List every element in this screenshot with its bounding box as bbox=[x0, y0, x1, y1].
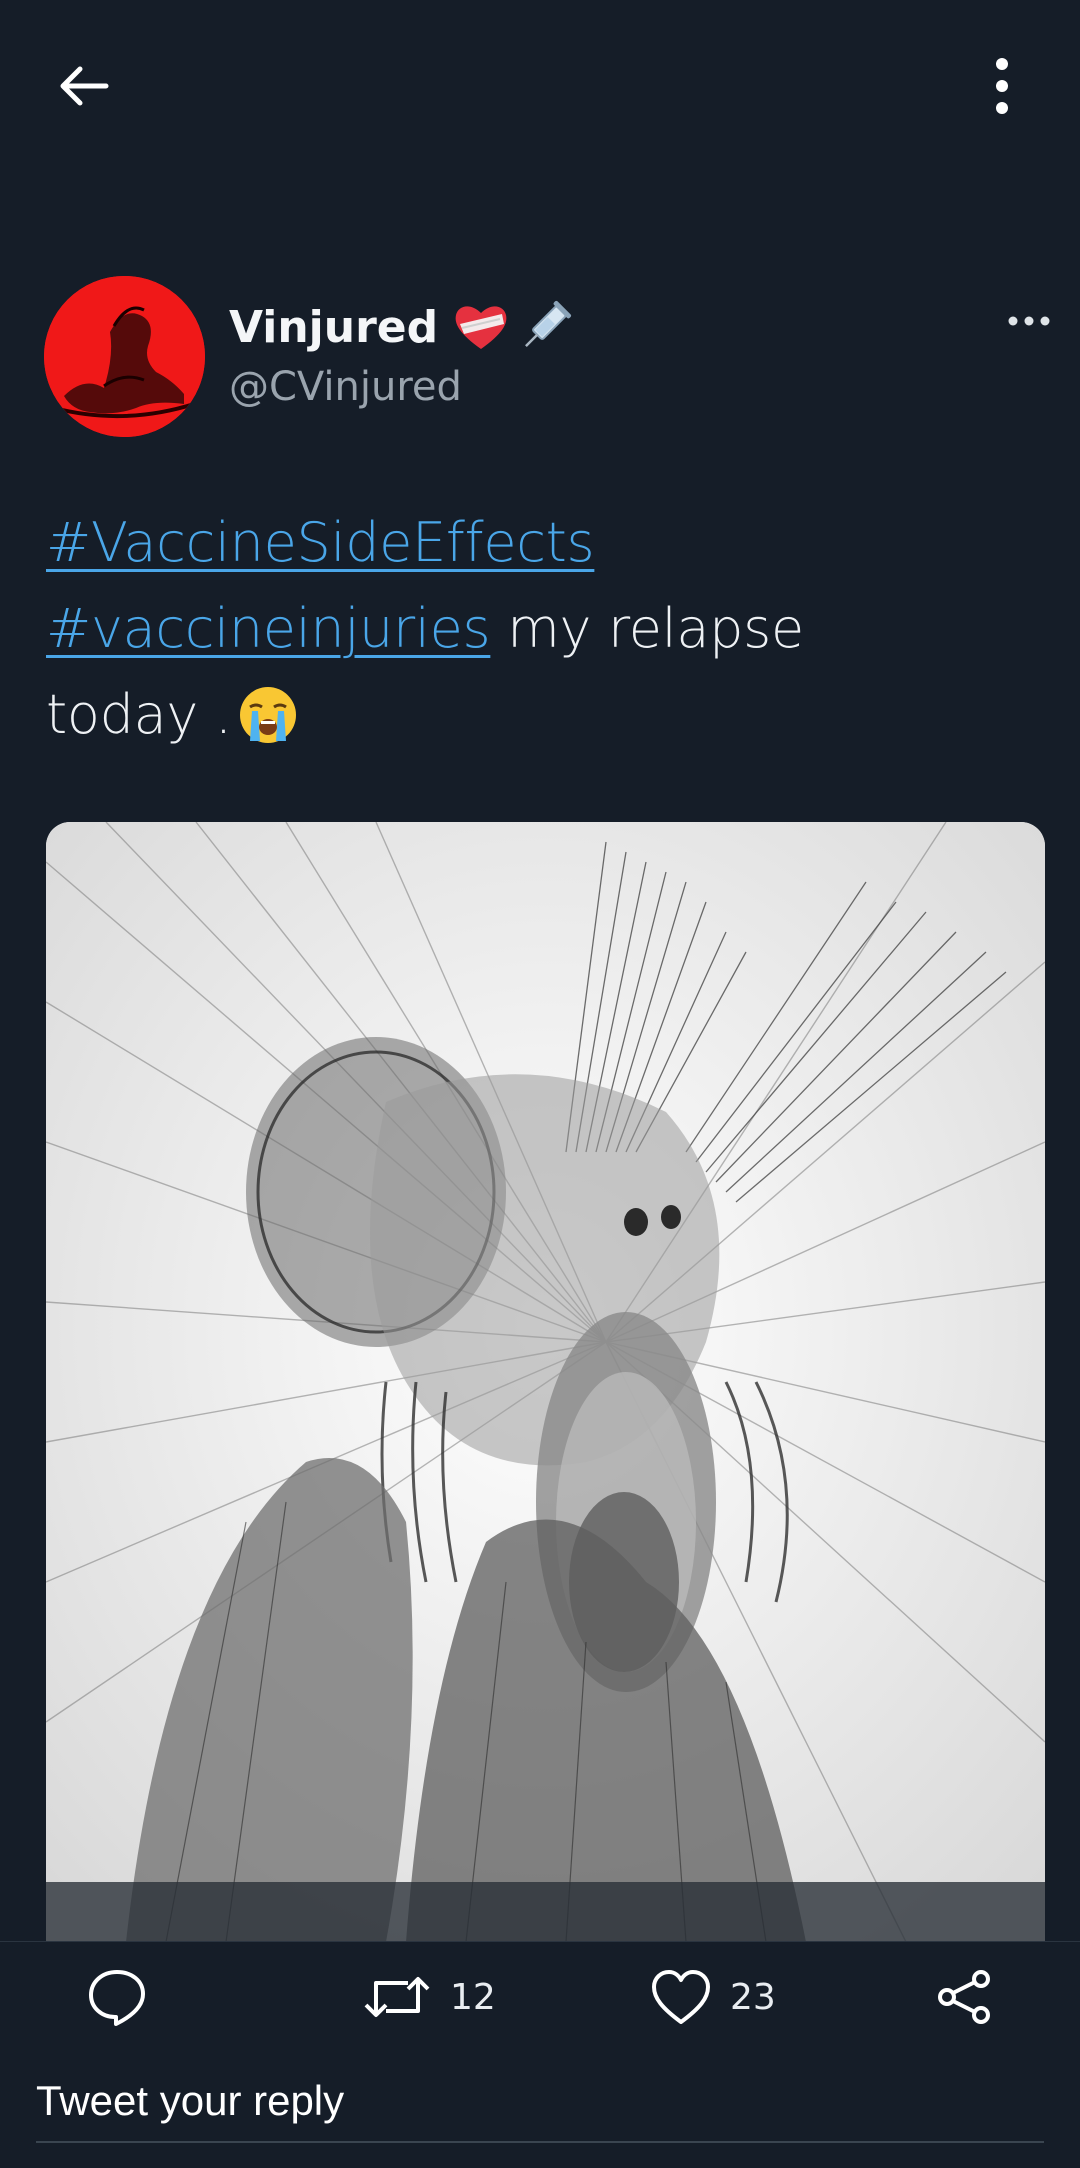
tweet-line-3: today . bbox=[46, 672, 1036, 758]
loudly-crying-face-icon bbox=[239, 687, 296, 743]
syringe-icon bbox=[525, 300, 572, 347]
tweet-line-2: #vaccineinjuries my relapse bbox=[46, 586, 1036, 672]
share-icon bbox=[938, 1970, 990, 2024]
author-name-text: Vinjured bbox=[229, 301, 439, 353]
arrow-left-icon bbox=[60, 66, 109, 106]
overflow-menu-button[interactable] bbox=[966, 50, 1038, 122]
reply-input[interactable] bbox=[36, 2061, 1044, 2143]
horizontal-ellipsis-icon bbox=[1008, 316, 1050, 326]
tweet-more-button[interactable] bbox=[994, 296, 1064, 346]
mending-heart-icon bbox=[455, 306, 507, 349]
author-handle[interactable]: @CVinjured bbox=[229, 364, 462, 410]
tweet-text: #VaccineSideEffects #vaccineinjuries my … bbox=[46, 500, 1036, 758]
retweet-button[interactable]: 12 bbox=[362, 1942, 496, 2052]
reply-composer bbox=[0, 2061, 1080, 2168]
share-button[interactable] bbox=[934, 1942, 994, 2052]
hashtag-link[interactable]: #vaccineinjuries bbox=[46, 597, 491, 660]
retweet-icon bbox=[364, 1977, 430, 2017]
tweet-text-fragment: today . bbox=[46, 683, 232, 746]
back-button[interactable] bbox=[48, 50, 120, 122]
comment-icon bbox=[89, 1970, 145, 2026]
tweet-media-image[interactable] bbox=[46, 822, 1045, 1942]
media-bottom-overlay bbox=[46, 1882, 1045, 1942]
avatar-image bbox=[44, 276, 205, 437]
tweet-line-1: #VaccineSideEffects bbox=[46, 500, 1036, 586]
like-button[interactable]: 23 bbox=[650, 1942, 776, 2052]
top-app-bar bbox=[0, 0, 1080, 170]
heart-icon bbox=[652, 1970, 710, 2024]
like-count: 23 bbox=[730, 1976, 776, 2018]
tweet-author: Vinjured @CVinjured bbox=[44, 276, 1050, 441]
author-name[interactable]: Vinjured bbox=[229, 298, 574, 356]
vertical-ellipsis-icon bbox=[996, 58, 1008, 114]
tweet-action-bar: 12 23 bbox=[0, 1941, 1080, 2062]
hashtag-link[interactable]: #VaccineSideEffects bbox=[46, 511, 595, 574]
tweet-text-fragment: my relapse bbox=[490, 597, 804, 660]
name-emojis bbox=[452, 298, 574, 356]
reply-button[interactable] bbox=[86, 1942, 148, 2052]
sketch-artwork bbox=[46, 822, 1045, 1942]
avatar[interactable] bbox=[44, 276, 205, 437]
retweet-count: 12 bbox=[450, 1976, 496, 2018]
